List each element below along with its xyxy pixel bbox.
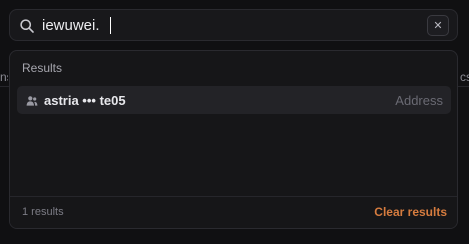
user-group-icon [26, 94, 38, 106]
search-results-dropdown: Results astria ••• te05 Address 1 result… [9, 50, 458, 229]
search-input[interactable] [42, 14, 422, 36]
clear-search-button[interactable]: ✕ [427, 15, 449, 36]
background-tab-fragment-left: ns [0, 70, 8, 84]
search-icon [19, 18, 35, 34]
result-item[interactable]: astria ••• te05 Address [17, 86, 451, 114]
close-icon: ✕ [433, 20, 443, 32]
search-bar: ✕ [9, 9, 458, 41]
result-name: astria ••• te05 [44, 93, 126, 108]
result-type-label: Address [395, 93, 443, 108]
app-root: ns cs ✕ Results astria ••• [0, 0, 469, 244]
results-count: 1 results [22, 206, 64, 218]
background-tab-fragment-right: cs [460, 70, 469, 84]
clear-results-button[interactable]: Clear results [374, 205, 447, 219]
results-section-title: Results [22, 61, 63, 75]
text-caret [110, 17, 111, 34]
results-footer: 1 results Clear results [10, 196, 457, 228]
